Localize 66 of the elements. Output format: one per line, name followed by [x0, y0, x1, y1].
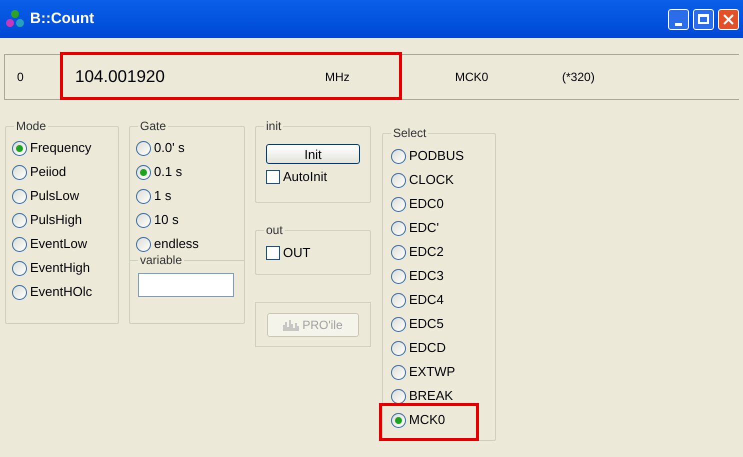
radio-label: EDC3 [409, 267, 444, 286]
radio-button[interactable] [12, 212, 27, 228]
radio-label: endless [154, 235, 199, 254]
radio-button[interactable] [391, 244, 406, 260]
checkbox[interactable] [266, 170, 280, 184]
radio-button[interactable] [136, 164, 151, 180]
radio-label: 0.0' s [154, 139, 185, 158]
radio-button[interactable] [391, 268, 406, 284]
factor-label: (*320) [562, 69, 595, 86]
radio-label: EDC0 [409, 195, 444, 214]
radio-label: EventHOlc [30, 283, 92, 302]
init-button[interactable]: Init [266, 144, 360, 164]
checkbox-label: AutoInit [283, 168, 328, 186]
radio-label: EventLow [30, 235, 88, 254]
radio-button[interactable] [391, 412, 406, 428]
bar-chart-icon [283, 318, 300, 330]
radio-button[interactable] [12, 260, 27, 276]
radio-button[interactable] [12, 284, 27, 300]
close-icon [723, 14, 734, 24]
radio-button[interactable] [391, 196, 406, 212]
radio-button[interactable] [136, 140, 151, 156]
window-title: B::Count [30, 8, 94, 29]
radio-label: EXTWP [409, 363, 456, 382]
radio-label: MCK0 [409, 411, 446, 430]
radio-label: EventHigh [30, 259, 90, 278]
radio-button[interactable] [12, 236, 27, 252]
radio-button[interactable] [391, 316, 406, 332]
radio-button[interactable] [136, 236, 151, 252]
radio-label: BREAK [409, 387, 454, 406]
radio-label: 0.1 s [154, 163, 182, 182]
radio-button[interactable] [391, 220, 406, 236]
radio-label: PulsLow [30, 187, 80, 206]
radio-label: Frequency [30, 139, 92, 158]
maximize-button[interactable] [693, 8, 714, 30]
radio-button[interactable] [391, 172, 406, 188]
radio-label: PODBUS [409, 147, 464, 166]
radio-button[interactable] [12, 164, 27, 180]
source-label: MCK0 [455, 69, 490, 86]
checkbox-label: OUT [283, 244, 310, 262]
checkbox[interactable] [266, 246, 280, 260]
radio-button[interactable] [12, 188, 27, 204]
variable-field[interactable] [138, 273, 234, 297]
radio-label: EDC2 [409, 243, 444, 262]
channel-number: 0 [17, 69, 25, 86]
molecule-icon [4, 8, 26, 30]
radio-label: EDC' [409, 219, 439, 238]
radio-button[interactable] [391, 364, 406, 380]
radio-label: EDCD [409, 339, 446, 358]
close-button[interactable] [718, 8, 739, 30]
radio-label: EDC4 [409, 291, 444, 310]
radio-button[interactable] [136, 188, 151, 204]
radio-button[interactable] [391, 340, 406, 356]
radio-label: CLOCK [409, 171, 454, 190]
radio-label: 1 s [154, 187, 172, 206]
radio-button[interactable] [391, 388, 406, 404]
frequency-value: 104.001920 [75, 66, 166, 88]
minimize-button[interactable] [668, 8, 689, 30]
radio-button[interactable] [391, 292, 406, 308]
radio-button[interactable] [136, 212, 151, 228]
radio-label: EDC5 [409, 315, 444, 334]
radio-label: 10 s [154, 211, 179, 230]
radio-button[interactable] [391, 148, 406, 164]
radio-label: PulsHigh [30, 211, 82, 230]
radio-button[interactable] [12, 140, 27, 156]
radio-label: Peiiod [30, 163, 66, 182]
unit-label: MHz [325, 69, 351, 86]
